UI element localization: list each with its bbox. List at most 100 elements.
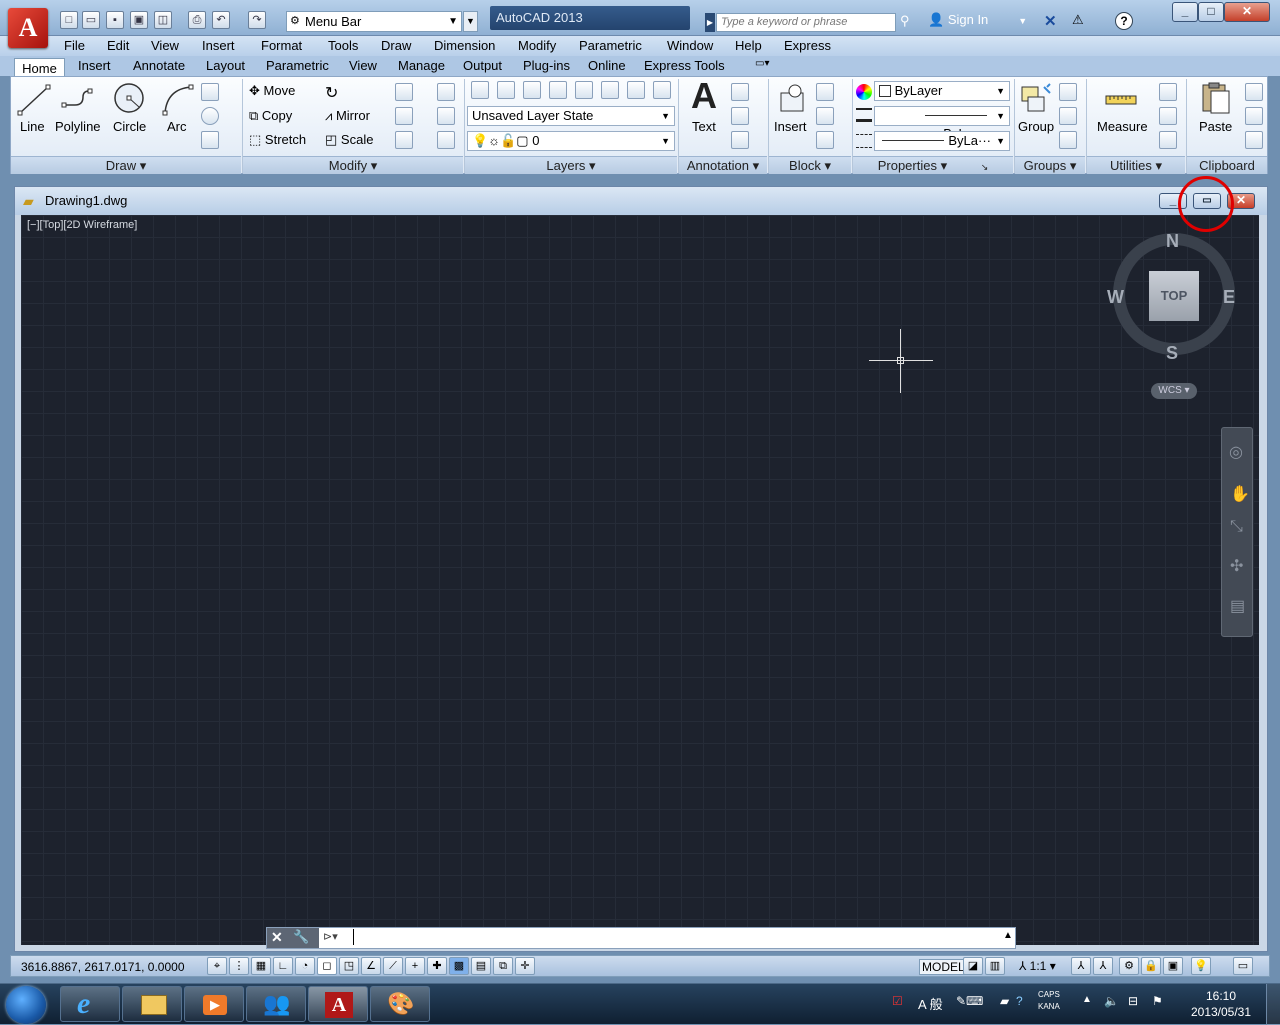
annotation-panel-title[interactable]: Annotation ▾ (679, 156, 767, 174)
action-center-flag-icon[interactable]: ⚑ (1152, 994, 1163, 1008)
menu-tools[interactable]: Tools (328, 38, 358, 53)
group-edit-icon[interactable] (1059, 107, 1077, 125)
start-button[interactable] (6, 986, 46, 1024)
layer-icon[interactable] (575, 81, 593, 99)
ribbon-minimize-icon[interactable]: ▭▾ (755, 58, 769, 69)
fillet-icon[interactable] (395, 107, 413, 125)
paint-icon[interactable]: 🎨 (370, 986, 430, 1022)
drawing-canvas[interactable]: [−][Top][2D Wireframe] TOP N S E W WCS ▾… (21, 215, 1259, 945)
group-select-icon[interactable] (1059, 131, 1077, 149)
array-icon[interactable] (395, 131, 413, 149)
menu-express[interactable]: Express (784, 38, 831, 53)
block-panel-title[interactable]: Block ▾ (769, 156, 851, 174)
compass-east[interactable]: E (1223, 287, 1235, 308)
dimension-icon[interactable] (731, 83, 749, 101)
offset-icon[interactable] (437, 131, 455, 149)
network-users-icon[interactable]: 👥 (246, 986, 306, 1022)
menu-modify[interactable]: Modify (518, 38, 556, 53)
measure-icon[interactable] (1104, 83, 1138, 117)
scale-button[interactable]: ◰ Scale (325, 132, 373, 148)
tab-view[interactable]: View (349, 58, 377, 73)
system-clock[interactable]: 16:10 2013/05/31 (1184, 988, 1258, 1020)
tray-app-icon[interactable]: ☑ (892, 994, 903, 1008)
annotation-monitor-icon[interactable]: ✛ (515, 957, 535, 975)
model-space-button[interactable]: MODEL (919, 959, 968, 975)
menu-insert[interactable]: Insert (202, 38, 235, 53)
layer-icon[interactable] (601, 81, 619, 99)
compass-south[interactable]: S (1166, 343, 1178, 364)
volume-icon[interactable]: 🔈 (1104, 994, 1119, 1008)
undo-icon[interactable]: ↶ (212, 11, 230, 29)
edit-block-icon[interactable] (816, 107, 834, 125)
tab-express-tools[interactable]: Express Tools (644, 58, 725, 73)
quick-view-layouts-icon[interactable]: ◪ (963, 957, 983, 975)
annotation-scale[interactable]: ⅄ 1:1 ▾ (1019, 959, 1056, 973)
plot-preview-icon[interactable]: ◫ (154, 11, 172, 29)
search-expand-icon[interactable]: ▶ (705, 13, 715, 32)
explode-icon[interactable] (437, 107, 455, 125)
quick-view-drawings-icon[interactable]: ▥ (985, 957, 1005, 975)
ime-help-icon[interactable]: ? (1016, 994, 1023, 1008)
customize-quick-access-button[interactable]: ▼ (463, 11, 478, 32)
create-block-icon[interactable] (816, 83, 834, 101)
cursor-coordinates[interactable]: 3616.8867, 2617.0171, 0.0000 (21, 960, 185, 974)
layer-state-dropdown[interactable]: Unsaved Layer State ▼ (467, 106, 675, 126)
application-menu-button[interactable]: A (8, 8, 48, 48)
transparency-icon[interactable]: ▩ (449, 957, 469, 975)
tab-layout[interactable]: Layout (206, 58, 245, 73)
clipboard-panel-title[interactable]: Clipboard (1187, 156, 1267, 174)
show-hidden-icons[interactable]: ▲ (1082, 994, 1092, 1005)
steering-wheel-icon[interactable]: ◎ (1229, 442, 1243, 462)
cut-icon[interactable] (1245, 83, 1263, 101)
tab-online[interactable]: Online (588, 58, 626, 73)
command-history-arrow-icon[interactable]: ▲ (1003, 930, 1013, 941)
network-icon[interactable]: ⊟ (1128, 994, 1138, 1008)
binoculars-icon[interactable]: ⚲ (900, 13, 910, 29)
rotate-icon[interactable]: ↻ (325, 83, 338, 103)
layers-panel-title[interactable]: Layers ▾ (465, 156, 677, 174)
save-as-icon[interactable]: ▣ (130, 11, 148, 29)
move-button[interactable]: ✥ Move (249, 83, 295, 99)
rectangle-icon[interactable] (201, 83, 219, 101)
tab-output[interactable]: Output (463, 58, 502, 73)
exchange-icon[interactable]: ✕ (1044, 12, 1057, 30)
menu-help[interactable]: Help (735, 38, 762, 53)
redo-icon[interactable]: ↷ (248, 11, 266, 29)
help-icon[interactable]: ? (1115, 12, 1133, 30)
command-line[interactable]: ✕ 🔧 ⊳▾ ▲ (266, 927, 1016, 949)
color-wheel-icon[interactable] (856, 84, 872, 100)
command-line-handle[interactable]: ✕ 🔧 (267, 928, 319, 948)
paste-icon[interactable] (1199, 81, 1233, 115)
show-desktop-button[interactable] (1266, 984, 1280, 1025)
properties-panel-title[interactable]: Properties ▾ ↘ (853, 156, 1013, 174)
ucs-menu[interactable]: WCS ▾ (1151, 383, 1197, 399)
menu-file[interactable]: File (64, 38, 85, 53)
dynamic-input-icon[interactable]: + (405, 957, 425, 975)
menu-view[interactable]: View (151, 38, 179, 53)
search-input[interactable]: Type a keyword or phrase (716, 13, 896, 32)
select-all-icon[interactable] (1159, 107, 1177, 125)
linetype-dropdown[interactable]: ByLa··· ▼ (874, 131, 1010, 151)
toolbar-lock-icon[interactable]: 🔒 (1141, 957, 1161, 975)
layer-icon[interactable] (549, 81, 567, 99)
isolate-objects-icon[interactable]: 💡 (1191, 957, 1211, 975)
table-icon[interactable] (731, 131, 749, 149)
color-dropdown[interactable]: ByLayer ▼ (874, 81, 1010, 101)
viewport-controls[interactable]: [−][Top][2D Wireframe] (27, 219, 137, 231)
dynamic-ucs-icon[interactable]: ⟋ (383, 957, 403, 975)
ime-toolbar-icon[interactable]: ✎⌨ (956, 994, 983, 1008)
circle-icon[interactable] (112, 81, 146, 115)
lineweight-toggle-icon[interactable]: ✚ (427, 957, 447, 975)
selection-cycling-icon[interactable]: ⧉ (493, 957, 513, 975)
clean-screen-icon[interactable]: ▭ (1233, 957, 1253, 975)
menu-dimension[interactable]: Dimension (434, 38, 495, 53)
compass-west[interactable]: W (1107, 287, 1124, 308)
wrench-icon[interactable]: 🔧 (293, 929, 309, 945)
tab-plug-ins[interactable]: Plug-ins (523, 58, 570, 73)
trim-icon[interactable] (395, 83, 413, 101)
modify-panel-title[interactable]: Modify ▾ (243, 156, 463, 174)
save-icon[interactable]: ▪ (106, 11, 124, 29)
ime-dictionary-icon[interactable]: ▰ (1000, 994, 1009, 1008)
orbit-icon[interactable]: ✣ (1230, 556, 1243, 576)
file-explorer-icon[interactable] (122, 986, 182, 1022)
